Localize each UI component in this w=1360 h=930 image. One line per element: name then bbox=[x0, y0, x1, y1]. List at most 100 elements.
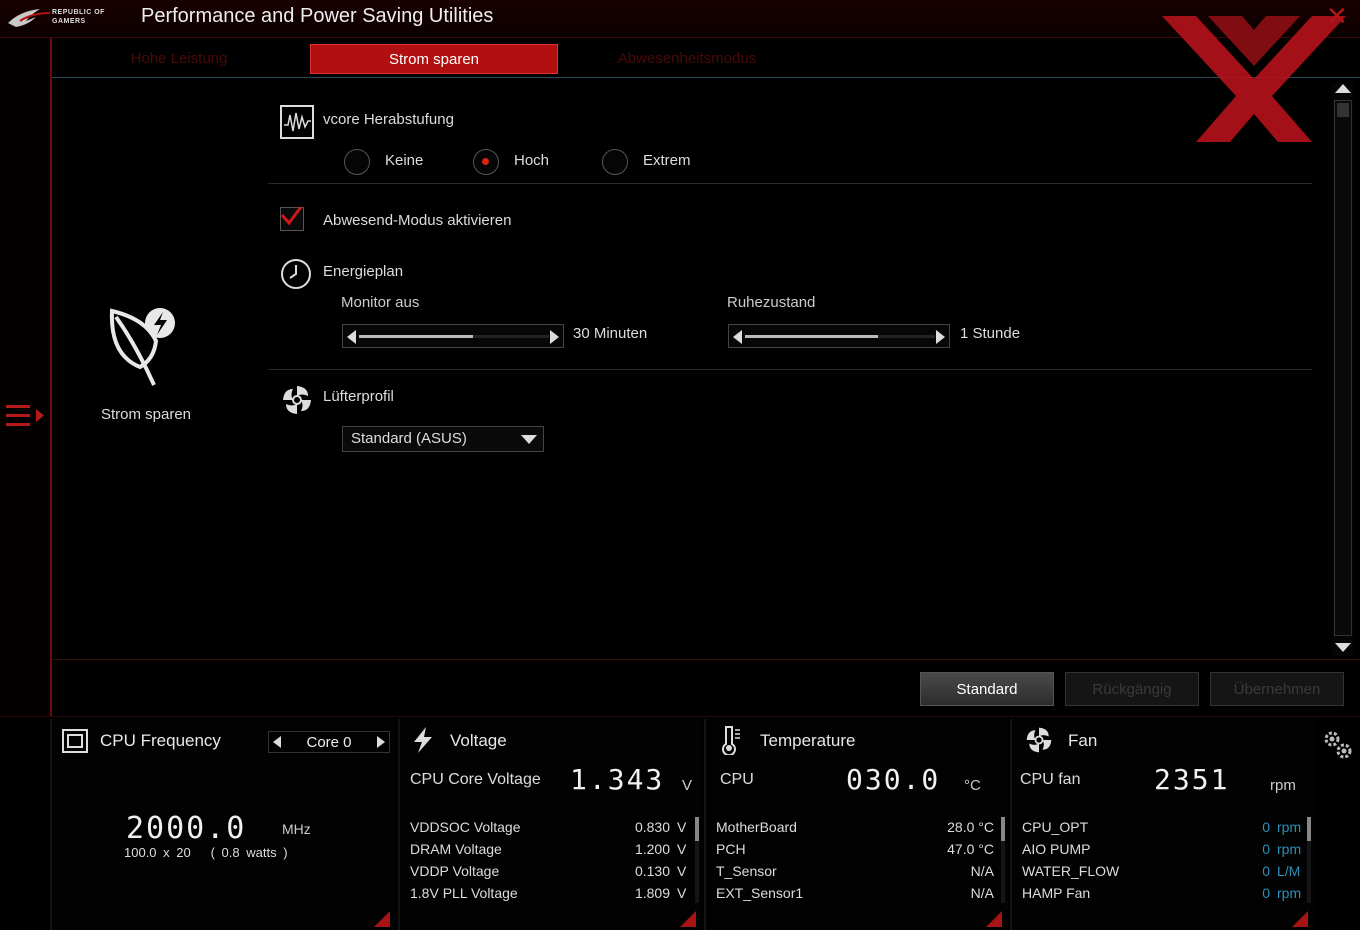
voltage-row-unit: V bbox=[677, 819, 687, 835]
temperature-scrollbar[interactable] bbox=[1001, 817, 1005, 903]
voltage-title: Voltage bbox=[450, 731, 507, 750]
scroll-thumb[interactable] bbox=[1337, 103, 1349, 117]
radio-keine[interactable] bbox=[344, 149, 370, 175]
radio-hoch[interactable] bbox=[473, 149, 499, 175]
voltage-row-value: 0.130 bbox=[634, 863, 670, 879]
slider-left-icon[interactable] bbox=[347, 330, 356, 344]
apply-button[interactable]: Übernehmen bbox=[1210, 672, 1344, 706]
undo-button[interactable]: Rückgängig bbox=[1065, 672, 1199, 706]
voltage-row-label: VDDSOC Voltage bbox=[410, 819, 521, 835]
fan-title: Fan bbox=[1068, 731, 1098, 750]
scroll-thumb[interactable] bbox=[1307, 817, 1311, 841]
bclk-value: 100.0 bbox=[124, 845, 157, 860]
slider-left-icon[interactable] bbox=[733, 330, 742, 344]
temperature-row-value: 28.0 °C bbox=[947, 819, 994, 835]
title-bar: REPUBLIC OF GAMERS Performance and Power… bbox=[0, 0, 1360, 38]
checkmark-icon bbox=[280, 206, 303, 226]
tab-abwesenheitsmodus[interactable]: Abwesenheitsmodus bbox=[562, 44, 812, 74]
sleep-value: 1 Stunde bbox=[960, 325, 1021, 342]
scroll-down-icon[interactable] bbox=[1335, 643, 1351, 652]
main-scrollbar[interactable] bbox=[1332, 82, 1354, 656]
divider bbox=[268, 183, 1312, 184]
away-mode-label: Abwesend-Modus aktivieren bbox=[323, 212, 512, 229]
tab-hohe-leistung[interactable]: Hohe Leistung bbox=[52, 44, 306, 74]
fan-row-label: WATER_FLOW bbox=[1022, 863, 1120, 879]
core-next-icon[interactable] bbox=[377, 736, 385, 748]
cpu-core-voltage-label: CPU Core Voltage bbox=[410, 771, 541, 788]
sleep-label: Ruhezustand bbox=[727, 294, 816, 311]
fan-scrollbar[interactable] bbox=[1307, 817, 1311, 903]
core-selector[interactable]: Core 0 bbox=[268, 731, 390, 753]
fan-row-label: AIO PUMP bbox=[1022, 841, 1091, 857]
temperature-row-value: N/A bbox=[970, 885, 994, 901]
scroll-thumb[interactable] bbox=[695, 817, 699, 841]
voltage-scrollbar[interactable] bbox=[695, 817, 699, 903]
cpu-temperature-unit: °C bbox=[964, 777, 981, 794]
expand-corner-icon[interactable] bbox=[1292, 911, 1308, 927]
menu-expand-icon[interactable] bbox=[4, 400, 46, 434]
standard-button[interactable]: Standard bbox=[920, 672, 1054, 706]
fan-icon bbox=[1026, 727, 1052, 753]
cpu-temperature-value: 030.0 bbox=[846, 763, 941, 796]
brand-line-1: REPUBLIC OF bbox=[52, 9, 105, 16]
radio-extrem[interactable] bbox=[602, 149, 628, 175]
fan-icon bbox=[283, 386, 311, 414]
scroll-up-icon[interactable] bbox=[1335, 84, 1351, 93]
brand-text: REPUBLIC OF GAMERS bbox=[52, 8, 105, 26]
fan-profile-value: Standard (ASUS) bbox=[351, 430, 467, 447]
monitor-off-slider[interactable] bbox=[342, 324, 564, 348]
slider-track bbox=[745, 335, 935, 338]
scroll-thumb[interactable] bbox=[1001, 817, 1005, 841]
voltage-row-unit: V bbox=[677, 841, 687, 857]
slider-right-icon[interactable] bbox=[936, 330, 945, 344]
brand-line-2: GAMERS bbox=[52, 18, 86, 25]
fan-panel: Fan CPU fan 2351 rpm CPU_OPT 0 rpm AIO P… bbox=[1010, 719, 1314, 930]
monitor-bar: CPU Frequency Core 0 2000.0 MHz 100.0 x … bbox=[0, 716, 1360, 930]
fan-row-label: CPU_OPT bbox=[1022, 819, 1089, 835]
radio-keine-label: Keine bbox=[385, 152, 424, 169]
voltage-row-unit: V bbox=[677, 863, 687, 879]
slider-track bbox=[359, 335, 549, 338]
cpu-temperature-label: CPU bbox=[720, 771, 754, 788]
scroll-track[interactable] bbox=[1334, 100, 1352, 636]
radio-extrem-label: Extrem bbox=[643, 152, 691, 169]
sleep-slider[interactable] bbox=[728, 324, 950, 348]
temperature-panel: Temperature CPU 030.0 °C MotherBoard 28.… bbox=[704, 719, 1008, 930]
cpu-core-voltage-unit: V bbox=[682, 777, 693, 794]
tab-strom-sparen[interactable]: Strom sparen bbox=[310, 44, 558, 74]
energy-plan-title: Energieplan bbox=[323, 263, 404, 280]
gear-icon[interactable] bbox=[1320, 727, 1354, 761]
away-mode-checkbox[interactable] bbox=[280, 206, 304, 231]
expand-corner-icon[interactable] bbox=[374, 911, 390, 927]
temperature-row-label: EXT_Sensor1 bbox=[716, 885, 804, 901]
core-prev-icon[interactable] bbox=[273, 736, 281, 748]
voltage-panel: Voltage CPU Core Voltage 1.343 V VDDSOC … bbox=[398, 719, 702, 930]
expand-corner-icon[interactable] bbox=[986, 911, 1002, 927]
slider-right-icon[interactable] bbox=[550, 330, 559, 344]
voltage-row-value: 1.200 bbox=[634, 841, 670, 857]
voltage-row-value: 1.809 bbox=[634, 885, 670, 901]
sleep-fill bbox=[745, 335, 878, 338]
cpu-core-voltage-value: 1.343 bbox=[570, 763, 665, 796]
voltage-row-unit: V bbox=[677, 885, 687, 901]
cpu-chip-icon bbox=[62, 729, 88, 753]
cpu-frequency-title: CPU Frequency bbox=[100, 731, 221, 750]
left-rail bbox=[0, 38, 52, 716]
cpu-fan-label: CPU fan bbox=[1020, 771, 1081, 788]
thermometer-icon bbox=[722, 726, 740, 755]
lightning-icon bbox=[414, 727, 432, 753]
leaf-lightning-icon bbox=[109, 308, 175, 386]
monitor-off-value: 30 Minuten bbox=[573, 325, 648, 342]
fan-profile-select[interactable]: Standard (ASUS) bbox=[342, 426, 544, 452]
voltage-row-value: 0.830 bbox=[634, 819, 670, 835]
core-selector-value: Core 0 bbox=[306, 734, 352, 751]
temperature-title: Temperature bbox=[760, 731, 856, 750]
app-title: Performance and Power Saving Utilities bbox=[141, 5, 494, 27]
fan-row-value: 0 bbox=[1262, 841, 1270, 857]
expand-corner-icon[interactable] bbox=[680, 911, 696, 927]
main-panel: Strom sparen vcore Herabstufung Keine Ho… bbox=[52, 79, 1332, 659]
times-sign: x bbox=[163, 845, 170, 860]
cpu-frequency-unit: MHz bbox=[282, 821, 311, 837]
fan-row-unit: rpm bbox=[1277, 841, 1302, 857]
cpu-power-value: ( 0.8 watts ) bbox=[210, 845, 288, 860]
